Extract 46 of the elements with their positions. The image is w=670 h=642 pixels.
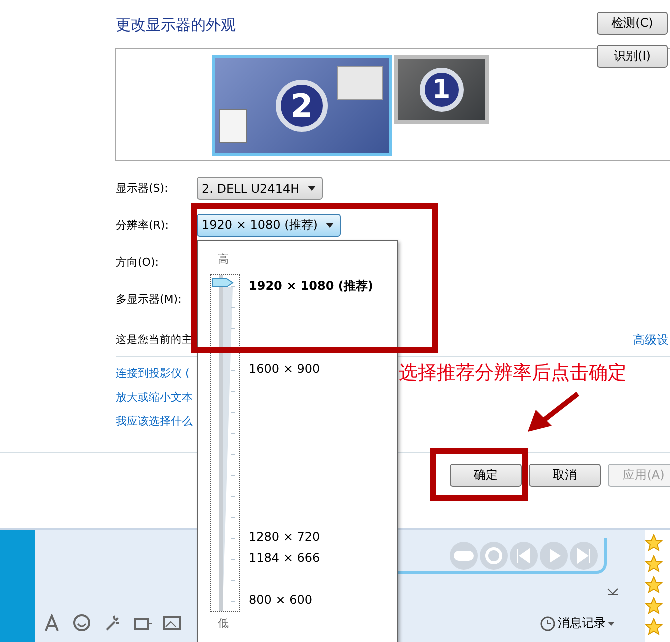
high-label: 高 <box>218 252 229 267</box>
annotation-text: 选择推荐分辨率后点击确定 <box>399 361 627 386</box>
field-label: 显示器(S): <box>116 181 170 196</box>
monitor-thumbnail[interactable]: 2 <box>212 55 392 156</box>
resolution-option[interactable]: 1184 × 666 <box>249 551 320 565</box>
caret-icon <box>308 186 316 191</box>
image-icon[interactable] <box>163 614 183 632</box>
star-icon <box>645 576 663 594</box>
section-title: 更改显示器的外观 <box>116 16 236 35</box>
caret-icon <box>326 223 334 228</box>
help-link[interactable]: 我应该选择什么 <box>116 414 193 429</box>
field-label: 方向(O): <box>116 255 160 270</box>
window-icon <box>337 66 383 100</box>
dialog-button[interactable]: 取消 <box>529 464 601 487</box>
field-label: 分辨率(R): <box>116 218 170 233</box>
star-icon <box>645 618 663 636</box>
star-icon <box>645 555 663 573</box>
window-icon <box>219 109 247 143</box>
dropdown[interactable]: 2. DELL U2414H <box>197 177 323 200</box>
slider-thumb[interactable] <box>212 278 234 288</box>
side-button[interactable]: 检测(C) <box>597 12 668 35</box>
annotation-arrow <box>526 392 580 434</box>
help-link[interactable]: 放大或缩小文本 <box>116 390 193 405</box>
chevron-down-icon[interactable] <box>607 588 619 596</box>
dialog-button[interactable]: 确定 <box>450 464 522 487</box>
resolution-option[interactable]: 800 × 600 <box>249 593 312 607</box>
clock-icon <box>540 616 556 632</box>
monitor-thumbnail[interactable]: 1 <box>394 55 489 124</box>
message-history-button[interactable]: 消息记录 <box>540 615 615 632</box>
advanced-settings-link[interactable]: 高级设 <box>633 332 669 349</box>
caret-icon <box>608 622 615 626</box>
resolution-option[interactable]: 1920 × 1080 (推荐) <box>249 278 374 295</box>
star-icon <box>645 534 663 552</box>
help-link[interactable]: 连接到投影仪 ( <box>116 366 193 381</box>
resolution-slider-track[interactable] <box>210 274 240 612</box>
side-button[interactable]: 识别(I) <box>597 45 668 68</box>
field-label: 多显示器(M): <box>116 292 183 307</box>
dropdown[interactable]: 1920 × 1080 (推荐) <box>197 214 341 237</box>
monitor-number: 1 <box>420 68 464 112</box>
smiley-icon[interactable] <box>73 614 93 632</box>
resolution-option[interactable]: 1600 × 900 <box>249 362 320 376</box>
info-text: 这是您当前的主 <box>116 333 193 347</box>
low-label: 低 <box>218 616 229 631</box>
star-icon <box>645 597 663 615</box>
monitor-number: 2 <box>276 80 328 132</box>
resolution-option[interactable]: 1280 × 720 <box>249 530 320 544</box>
